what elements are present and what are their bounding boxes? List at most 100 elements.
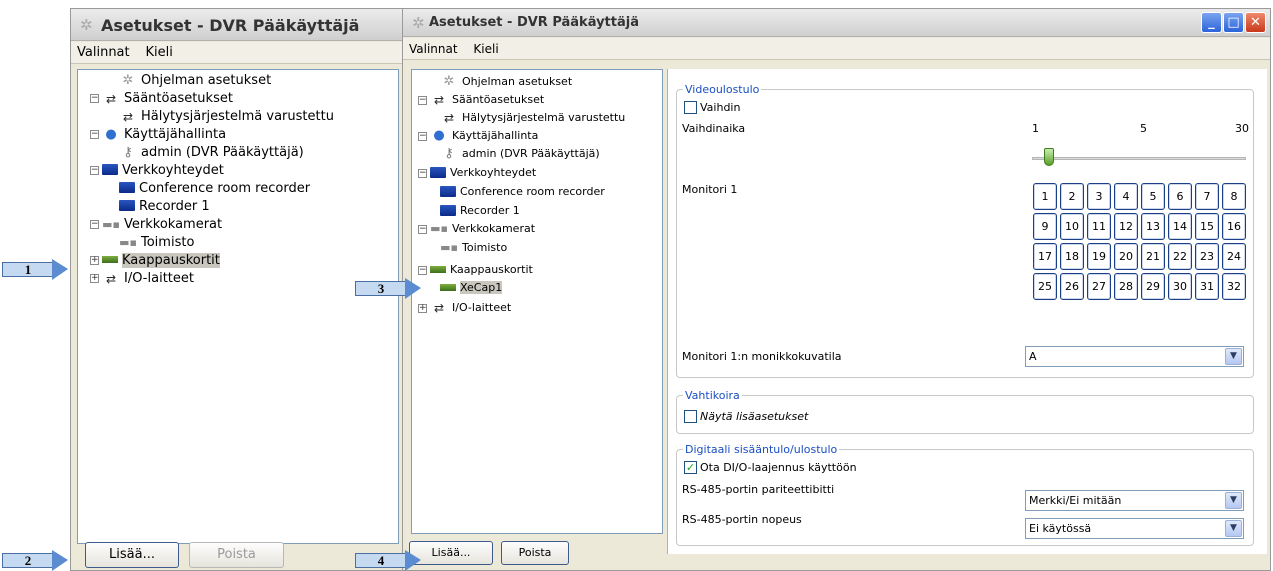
tree-item-rule-settings[interactable]: − ⇄ Sääntöasetukset	[90, 90, 233, 108]
collapse-icon[interactable]: −	[418, 265, 427, 275]
collapse-icon[interactable]: −	[418, 224, 427, 234]
menu-bar: Valinnat Kieli	[403, 38, 1270, 60]
tree-item-network-cameras[interactable]: − ▬▪ Verkkokamerat	[418, 220, 535, 238]
tree-item-network-connections[interactable]: − Verkkoyhteydet	[418, 164, 536, 182]
monitor-button[interactable]: 11	[1087, 213, 1111, 240]
monitor-button[interactable]: 10	[1060, 213, 1084, 240]
tree-item-alarm-system[interactable]: ⇄ Hälytysjärjestelmä varustettu	[119, 108, 334, 126]
tree-item-io-devices[interactable]: + ⇄ I/O-laitteet	[90, 270, 194, 288]
tree-item-user-management[interactable]: − ● Käyttäjähallinta	[418, 127, 538, 145]
close-icon[interactable]: ✕	[1245, 12, 1266, 33]
monitor-button[interactable]: 9	[1033, 213, 1057, 240]
tree-item-xecap1[interactable]: XeCap1	[440, 279, 503, 297]
monitor-button[interactable]: 23	[1195, 243, 1219, 270]
expand-icon[interactable]: +	[418, 303, 427, 313]
monitor-button[interactable]: 28	[1114, 273, 1138, 300]
tree-item-capture-cards[interactable]: + Kaappauskortit	[90, 252, 220, 270]
collapse-icon[interactable]: −	[418, 168, 427, 178]
expand-icon[interactable]: +	[90, 274, 99, 283]
monitor-button[interactable]: 22	[1168, 243, 1192, 270]
remove-button[interactable]: Poista	[501, 541, 569, 565]
switch-time-label: Vaihdinaika	[682, 122, 746, 135]
tree-item-toimisto[interactable]: ▬▪ Toimisto	[119, 234, 194, 252]
tree-item-toimisto[interactable]: ▬▪ Toimisto	[440, 239, 507, 257]
monitor-button[interactable]: 21	[1141, 243, 1165, 270]
monitor-button[interactable]: 6	[1168, 183, 1192, 210]
monitor-button[interactable]: 2	[1060, 183, 1084, 210]
tree-item-recorder-1[interactable]: Recorder 1	[119, 198, 210, 216]
monitor-button[interactable]: 26	[1060, 273, 1084, 300]
monitor-button[interactable]: 18	[1060, 243, 1084, 270]
monitor-button[interactable]: 16	[1222, 213, 1246, 240]
monitor-button[interactable]: 31	[1195, 273, 1219, 300]
tree-item-program-settings[interactable]: ✲ Ohjelman asetukset	[119, 72, 272, 90]
monitor-button[interactable]: 7	[1195, 183, 1219, 210]
monitor-button[interactable]: 4	[1114, 183, 1138, 210]
title-bar[interactable]: ✲ Asetukset - DVR Pääkäyttäjä _ □ ✕	[403, 9, 1270, 37]
switch-time-slider[interactable]	[1032, 157, 1246, 160]
collapse-icon[interactable]: −	[90, 220, 99, 229]
tree-item-io-devices[interactable]: + ⇄ I/O-laitteet	[418, 299, 511, 317]
tree-item-user-management[interactable]: − ● Käyttäjähallinta	[90, 126, 226, 144]
collapse-icon[interactable]: −	[90, 130, 99, 139]
switch-checkbox[interactable]	[684, 101, 697, 114]
parity-dropdown[interactable]: Merkki/Ei mitään ▼	[1025, 490, 1244, 511]
enable-dio-checkbox[interactable]: ✓	[684, 461, 697, 474]
collapse-icon[interactable]: −	[90, 94, 99, 103]
tree-item-rule-settings[interactable]: − ⇄ Sääntöasetukset	[418, 91, 544, 109]
monitor-button[interactable]: 12	[1114, 213, 1138, 240]
multiview-dropdown[interactable]: A ▼	[1025, 346, 1244, 367]
collapse-icon[interactable]: −	[418, 131, 427, 141]
tree-item-recorder-1[interactable]: Recorder 1	[440, 202, 520, 220]
monitor-button[interactable]: 29	[1141, 273, 1165, 300]
callout-2: 2	[2, 550, 70, 571]
settings-panel: Videoulostulo Vaihdin Vaihdinaika 1 5 30…	[667, 69, 1267, 554]
monitor-button-grid: 1 2 3 4 5 6 7 8 9 10 11 12 13 14 15 16 17 18 19 20 21 22 23 24 2…	[1033, 183, 1246, 300]
collapse-icon[interactable]: −	[90, 166, 99, 175]
monitor-button[interactable]: 3	[1087, 183, 1111, 210]
tree-item-program-settings[interactable]: ✲ Ohjelman asetukset	[440, 73, 573, 91]
title-bar[interactable]: ✲ Asetukset - DVR Pääkäyttäjä	[71, 9, 404, 41]
speed-dropdown[interactable]: Ei käytössä ▼	[1025, 518, 1244, 539]
monitor-button[interactable]: 20	[1114, 243, 1138, 270]
chevron-down-icon[interactable]: ▼	[1225, 520, 1242, 537]
monitor-button[interactable]: 15	[1195, 213, 1219, 240]
menu-valinnat[interactable]: Valinnat	[71, 42, 136, 60]
add-button[interactable]: Lisää...	[85, 542, 179, 568]
monitor-button[interactable]: 14	[1168, 213, 1192, 240]
monitor-button[interactable]: 32	[1222, 273, 1246, 300]
menu-kieli[interactable]: Kieli	[139, 42, 178, 60]
monitor-button[interactable]: 25	[1033, 273, 1057, 300]
show-more-checkbox[interactable]	[684, 410, 697, 423]
tree-item-conference-room-recorder[interactable]: Conference room recorder	[440, 183, 605, 201]
tree-item-network-cameras[interactable]: − ▬▪ Verkkokamerat	[90, 216, 222, 234]
monitor-button[interactable]: 1	[1033, 183, 1057, 210]
monitor-button[interactable]: 19	[1087, 243, 1111, 270]
tree-item-capture-cards[interactable]: − Kaappauskortit	[418, 261, 533, 279]
menu-valinnat[interactable]: Valinnat	[403, 38, 464, 56]
monitor-button[interactable]: 8	[1222, 183, 1246, 210]
tree-item-admin[interactable]: ⚷ admin (DVR Pääkäyttäjä)	[119, 144, 304, 162]
collapse-icon[interactable]: −	[418, 95, 427, 105]
menu-kieli[interactable]: Kieli	[467, 38, 504, 56]
speed-label: RS-485-portin nopeus	[682, 513, 802, 526]
camera-icon: ▬▪	[102, 217, 120, 231]
monitor-button[interactable]: 24	[1222, 243, 1246, 270]
monitor-button[interactable]: 30	[1168, 273, 1192, 300]
minimize-icon[interactable]: _	[1201, 12, 1222, 33]
expand-icon[interactable]: +	[90, 256, 99, 265]
chevron-down-icon[interactable]: ▼	[1225, 492, 1242, 509]
monitor-button[interactable]: 13	[1141, 213, 1165, 240]
tree-item-conference-room-recorder[interactable]: Conference room recorder	[119, 180, 310, 198]
slider-thumb[interactable]	[1043, 148, 1054, 166]
tree-item-admin[interactable]: ⚷ admin (DVR Pääkäyttäjä)	[440, 145, 599, 163]
chevron-down-icon[interactable]: ▼	[1225, 348, 1242, 365]
maximize-icon[interactable]: □	[1223, 12, 1244, 33]
remove-button[interactable]: Poista	[189, 542, 284, 568]
tree-item-network-connections[interactable]: − Verkkoyhteydet	[90, 162, 224, 180]
tree-item-alarm-system[interactable]: ⇄ Hälytysjärjestelmä varustettu	[440, 109, 625, 127]
capture-card-icon	[440, 283, 456, 291]
monitor-button[interactable]: 17	[1033, 243, 1057, 270]
monitor-button[interactable]: 5	[1141, 183, 1165, 210]
monitor-button[interactable]: 27	[1087, 273, 1111, 300]
